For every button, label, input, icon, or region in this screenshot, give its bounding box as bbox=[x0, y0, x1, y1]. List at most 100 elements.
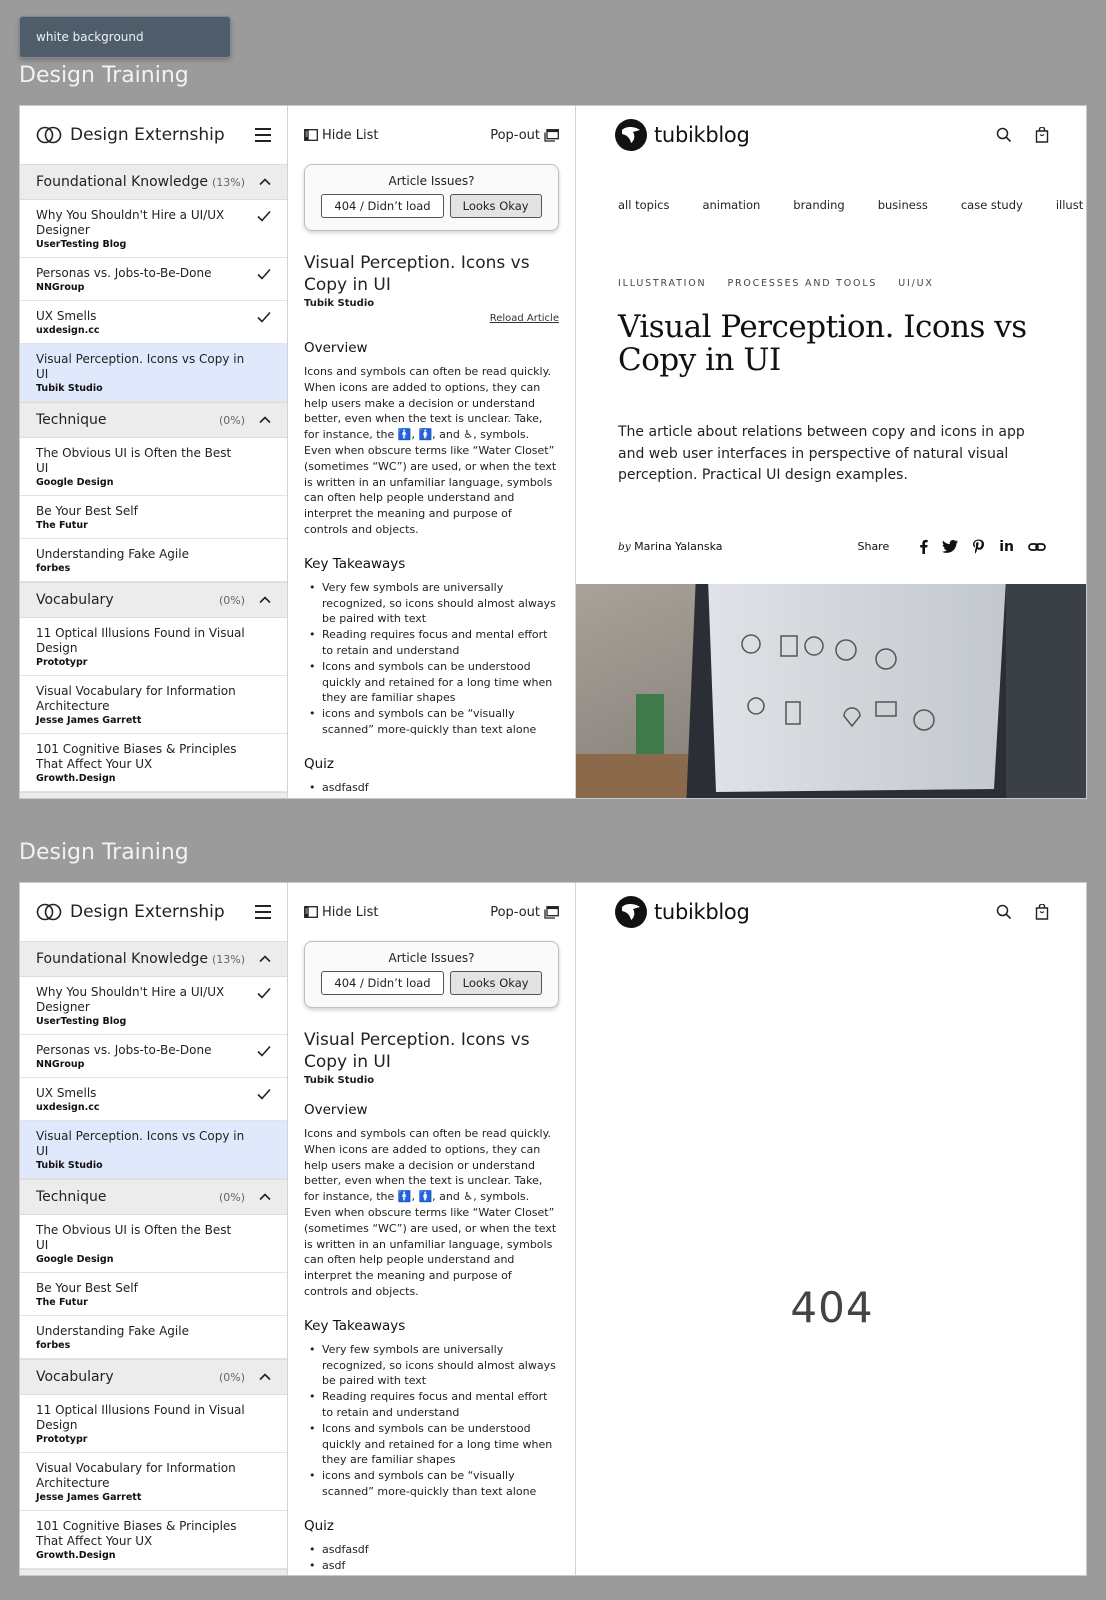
reading-title: UX Smells bbox=[36, 309, 97, 323]
reading-list-item[interactable]: 11 Optical Illusions Found in Visual Des… bbox=[20, 1395, 287, 1453]
section-header[interactable]: Case Studies(0%) bbox=[20, 792, 287, 798]
reading-list-item[interactable]: Visual Perception. Icons vs Copy in UI Tu… bbox=[20, 344, 287, 402]
reading-list-item[interactable]: Why You Shouldn't Hire a UI/UX Designer U… bbox=[20, 200, 287, 258]
overview-text: Icons and symbols can often be read quic… bbox=[304, 1127, 557, 1298]
reading-title: 11 Optical Illusions Found in Visual Des… bbox=[36, 626, 245, 655]
reading-list-item[interactable]: UX Smells uxdesign.cc bbox=[20, 301, 287, 344]
reading-list-item[interactable]: UX Smells uxdesign.cc bbox=[20, 1078, 287, 1121]
section-header[interactable]: Vocabulary (0%) bbox=[20, 1359, 287, 1395]
search-icon[interactable] bbox=[996, 904, 1012, 920]
hide-list-button[interactable]: Hide List bbox=[304, 905, 379, 920]
section-header[interactable]: Technique (0%) bbox=[20, 402, 287, 438]
reading-title: Why You Shouldn't Hire a UI/UX Designer bbox=[36, 208, 225, 237]
quiz-item[interactable]: asdf bbox=[304, 1573, 559, 1575]
shopping-bag-icon[interactable] bbox=[1034, 904, 1050, 920]
reading-title: Personas vs. Jobs-to-Be-Done bbox=[36, 1043, 212, 1057]
reading-title: Visual Perception. Icons vs Copy in UI bbox=[36, 1129, 245, 1158]
linkedin-icon[interactable]: in bbox=[999, 539, 1014, 555]
brand-bar: Design Externship bbox=[20, 883, 287, 941]
blog-article-title: Visual Perception. Icons vs Copy in UI bbox=[618, 309, 1027, 378]
reading-list-item[interactable]: The Obvious UI is Often the Best UI Googl… bbox=[20, 1215, 287, 1273]
blog-nav-link[interactable]: illust bbox=[1056, 198, 1083, 212]
pinterest-icon[interactable] bbox=[972, 539, 985, 554]
search-icon[interactable] bbox=[996, 127, 1012, 143]
reading-list-item[interactable]: 11 Optical Illusions Found in Visual Des… bbox=[20, 618, 287, 676]
reading-list-item[interactable]: Why You Shouldn't Hire a UI/UX Designer U… bbox=[20, 977, 287, 1035]
reading-list-item[interactable]: Personas vs. Jobs-to-Be-Done NNGroup bbox=[20, 258, 287, 301]
copy-link-icon[interactable] bbox=[1028, 541, 1046, 553]
article-viewer: tubikblog all topics animation branding bus… bbox=[576, 106, 1086, 798]
shopping-bag-icon[interactable] bbox=[1034, 127, 1050, 143]
author-name[interactable]: Marina Yalanska bbox=[634, 540, 722, 553]
brand-name: Design Externship bbox=[70, 902, 225, 922]
brand-bar: Design Externship bbox=[20, 106, 287, 164]
reading-list-item[interactable]: Understanding Fake Agile forbes bbox=[20, 539, 287, 582]
reading-list-item[interactable]: Be Your Best Self The Futur bbox=[20, 1273, 287, 1316]
author-line: by Marina Yalanska bbox=[618, 540, 723, 553]
looks-okay-button[interactable]: Looks Okay bbox=[449, 194, 542, 218]
reading-title: Be Your Best Self bbox=[36, 1281, 138, 1295]
blog-header: tubikblog bbox=[576, 883, 1086, 941]
section-list: Foundational Knowledge (13%) Why You Shoul… bbox=[20, 941, 287, 1575]
reading-list-item[interactable]: 101 Cognitive Biases & Principles That A… bbox=[20, 734, 287, 792]
section-header[interactable]: Foundational Knowledge (13%) bbox=[20, 164, 287, 200]
quiz-item[interactable]: asdfasdf bbox=[304, 1542, 559, 1558]
article-issues-box: Article Issues? 404 / Didn’t load Looks … bbox=[304, 941, 559, 1008]
reading-list-item[interactable]: The Obvious UI is Often the Best UI Googl… bbox=[20, 438, 287, 496]
blog-nav-link[interactable]: animation bbox=[702, 198, 760, 212]
reading-list-item[interactable]: Understanding Fake Agile forbes bbox=[20, 1316, 287, 1359]
section-title: Foundational Knowledge bbox=[36, 174, 209, 190]
blog-tag[interactable]: ILLUSTRATION bbox=[618, 278, 706, 289]
twitter-icon[interactable] bbox=[942, 540, 959, 553]
hamburger-menu-icon[interactable] bbox=[255, 905, 271, 919]
blog-nav-link[interactable]: all topics bbox=[618, 198, 669, 212]
reading-list-item[interactable]: Visual Vocabulary for Information Archit… bbox=[20, 676, 287, 734]
reload-article-link[interactable]: Reload Article bbox=[304, 313, 559, 324]
popout-button[interactable]: Pop-out bbox=[490, 905, 559, 920]
blog-nav-link[interactable]: business bbox=[878, 198, 928, 212]
reading-list-item[interactable]: 101 Cognitive Biases & Principles That A… bbox=[20, 1511, 287, 1569]
takeaway-item: icons and symbols can be “visually scann… bbox=[304, 1468, 559, 1500]
popout-button[interactable]: Pop-out bbox=[490, 128, 559, 143]
blog-nav-link[interactable]: case study bbox=[961, 198, 1023, 212]
sidebar: Design Externship Foundational Knowledge… bbox=[20, 883, 288, 1575]
section-title: Foundational Knowledge bbox=[36, 951, 209, 967]
reading-list-item[interactable]: Visual Vocabulary for Information Archit… bbox=[20, 1453, 287, 1511]
reading-list-item[interactable]: Personas vs. Jobs-to-Be-Done NNGroup bbox=[20, 1035, 287, 1078]
screen-404: Design Externship Foundational Knowledge… bbox=[19, 882, 1087, 1576]
blog-nav-link[interactable]: branding bbox=[793, 198, 844, 212]
hide-list-button[interactable]: Hide List bbox=[304, 128, 379, 143]
section-title: Technique bbox=[36, 412, 107, 428]
blog-tag[interactable]: UI/UX bbox=[898, 278, 933, 289]
looks-okay-button[interactable]: Looks Okay bbox=[449, 971, 542, 995]
blog-tags: ILLUSTRATION PROCESSES AND TOOLS UI/UX bbox=[576, 278, 1086, 289]
reading-title: Be Your Best Self bbox=[36, 504, 138, 518]
report-404-button[interactable]: 404 / Didn’t load bbox=[321, 194, 444, 218]
reading-source: uxdesign.cc bbox=[36, 325, 100, 336]
takeaway-item: Icons and symbols can be understood quic… bbox=[304, 659, 559, 706]
facebook-icon[interactable] bbox=[919, 539, 928, 554]
screen-loaded: Design Externship Foundational Knowledge… bbox=[19, 105, 1087, 799]
section-header[interactable]: Case Studies(0%) bbox=[20, 1569, 287, 1575]
reading-title: The Obvious UI is Often the Best UI bbox=[36, 446, 232, 475]
checkmark-icon bbox=[257, 987, 271, 999]
blog-tag[interactable]: PROCESSES AND TOOLS bbox=[727, 278, 877, 289]
tooltip: white background bbox=[19, 16, 231, 58]
section-header[interactable]: Foundational Knowledge (13%) bbox=[20, 941, 287, 977]
reading-source: The Futur bbox=[36, 1297, 88, 1308]
report-404-button[interactable]: 404 / Didn’t load bbox=[321, 971, 444, 995]
reading-list-item[interactable]: Be Your Best Self The Futur bbox=[20, 496, 287, 539]
reading-list-item[interactable]: Visual Perception. Icons vs Copy in UI Tu… bbox=[20, 1121, 287, 1179]
chevron-up-icon bbox=[259, 1193, 271, 1201]
quiz-item[interactable]: asdf bbox=[304, 1558, 559, 1574]
reading-title: 101 Cognitive Biases & Principles That A… bbox=[36, 1519, 237, 1548]
article-issues-box: Article Issues? 404 / Didn’t load Looks … bbox=[304, 164, 559, 231]
chevron-up-icon bbox=[259, 1373, 271, 1381]
section-header[interactable]: Vocabulary (0%) bbox=[20, 582, 287, 618]
quiz-item[interactable]: asdf bbox=[304, 796, 559, 798]
tubik-logo-icon bbox=[615, 896, 647, 928]
reading-title: Visual Vocabulary for Information Archit… bbox=[36, 1461, 236, 1490]
section-header[interactable]: Technique (0%) bbox=[20, 1179, 287, 1215]
hamburger-menu-icon[interactable] bbox=[255, 128, 271, 142]
quiz-item[interactable]: asdfasdf bbox=[304, 780, 559, 796]
